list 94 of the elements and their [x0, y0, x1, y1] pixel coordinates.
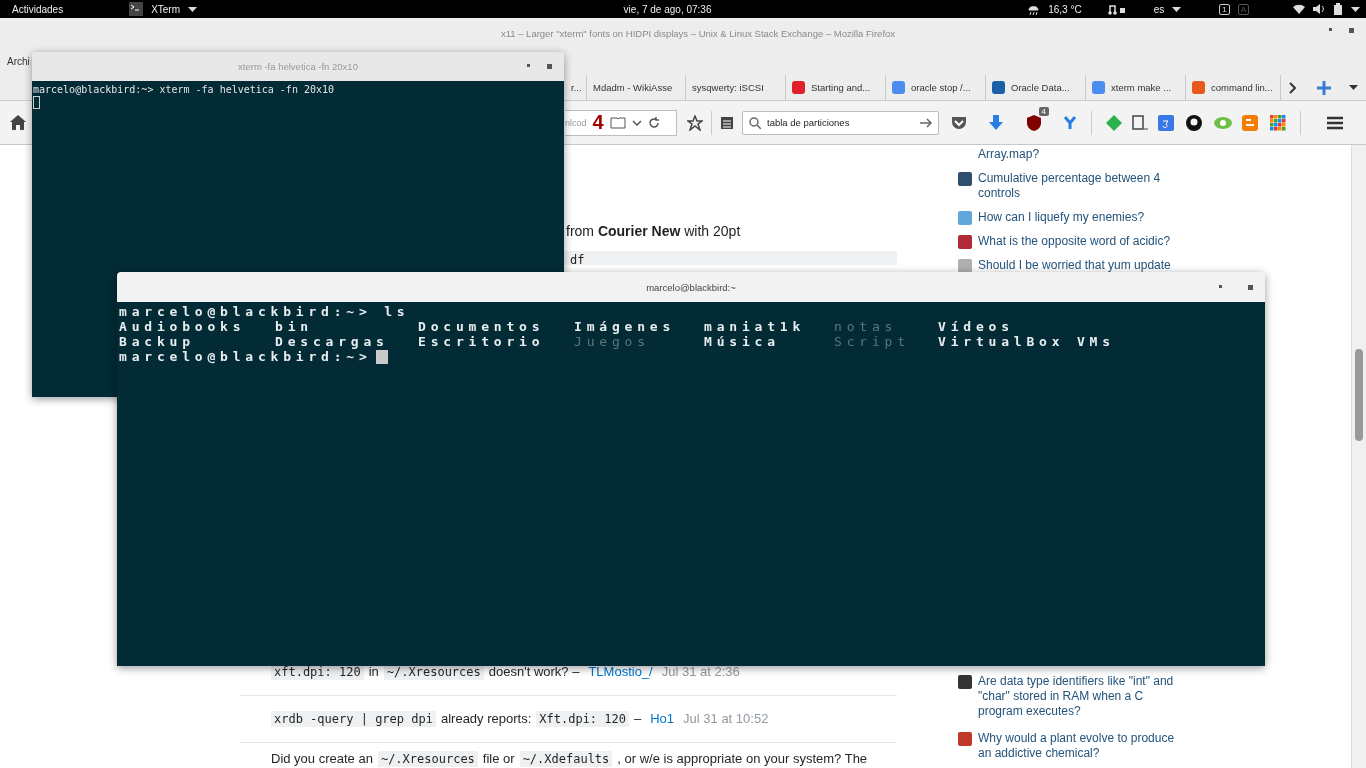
addon-count: 4 — [592, 111, 604, 134]
grid-icon[interactable] — [1270, 114, 1286, 131]
browser-tab[interactable]: command lin... — [1186, 75, 1281, 100]
file-name: maniat1k — [704, 319, 806, 334]
caret-icon — [1172, 6, 1182, 12]
calendar-icon[interactable] — [1158, 114, 1174, 131]
file-name: Documentos — [418, 319, 546, 334]
user-link[interactable]: Ho1 — [650, 711, 675, 726]
star-icon[interactable] — [687, 114, 703, 131]
file-name: Juegos — [574, 334, 651, 349]
arrow-right-icon[interactable] — [920, 117, 932, 128]
wifi-icon[interactable] — [1293, 4, 1305, 14]
question-link[interactable]: Should I be worried that yum update — [978, 258, 1183, 273]
comment-text: in — [368, 664, 379, 679]
file-name: Script — [834, 334, 911, 349]
search-icon — [749, 116, 761, 129]
question-link[interactable]: Are data type identifiers like "int" and "char" stored in RAM when a C program executes? — [978, 674, 1183, 719]
document-icon[interactable] — [1132, 114, 1148, 131]
inline-code: ~/.Xdefaults — [519, 751, 613, 767]
file-name: Música — [704, 334, 781, 349]
clipboard-icon[interactable] — [720, 115, 734, 130]
app-menu[interactable]: XTerm — [151, 3, 181, 15]
comment-time: Jul 31 at 2:36 — [661, 664, 740, 679]
feed-icon[interactable] — [1106, 114, 1122, 131]
file-name: bin — [275, 319, 314, 334]
caret-icon — [188, 6, 198, 12]
window-title: x11 – Larger "xterm" fonts on HIDPI displays – Unix & Linux Stack Exchange – Mozilla Firefox — [500, 27, 896, 39]
caret-icon[interactable] — [1349, 85, 1358, 90]
file-name: Descargas — [275, 334, 390, 349]
user-link[interactable]: TLMostio_/ — [588, 664, 653, 679]
browser-tab[interactable]: oracle stop /... — [886, 75, 986, 100]
file-name: Imágenes — [574, 319, 676, 334]
browser-tab[interactable]: Mdadm - WikiAsse — [587, 75, 686, 100]
indicator[interactable]: 1 — [1219, 3, 1230, 15]
battery-icon[interactable] — [1333, 3, 1343, 15]
window-title: marcelo@blackbird:~ — [646, 281, 736, 293]
pocket-icon[interactable] — [951, 115, 967, 130]
terminal-prompt: marcelo@blackbird:~> — [119, 349, 372, 364]
weather-icon — [1027, 3, 1041, 15]
file-name: Vídeos — [938, 319, 1015, 334]
music-note-icon[interactable] — [1107, 3, 1128, 15]
question-link[interactable]: Why would a plant evolve to produce an addictive chemical? — [978, 731, 1183, 761]
answer-text: from Courier New with 20pt — [566, 223, 742, 239]
plus-icon[interactable] — [1317, 80, 1331, 95]
shield-icon[interactable] — [1027, 114, 1041, 131]
window-title: xterm -fa helvetica -fn 20x10 — [238, 61, 358, 72]
comment-text: doesn't work? – — [488, 664, 580, 679]
terminal-icon — [129, 2, 144, 16]
scrollbar-thumb[interactable] — [1355, 349, 1363, 441]
browser-tab[interactable]: r... — [565, 75, 587, 100]
inline-code: ~/.Xresources — [377, 751, 478, 767]
file-name: Escritorio — [418, 334, 546, 349]
comment-text: already reports: — [440, 711, 532, 726]
browser-tab[interactable]: Starting and... — [786, 75, 886, 100]
browser-tab[interactable]: Oracle Data... — [986, 75, 1086, 100]
question-link[interactable]: Array.map? — [978, 147, 1183, 162]
inline-code: Xft.dpi: 120 — [536, 711, 629, 727]
file-name: Audiobooks — [119, 319, 247, 334]
caret-icon — [1351, 6, 1360, 12]
file-name: VirtualBox VMs — [938, 334, 1116, 349]
comment-time: Jul 31 at 10:52 — [683, 711, 769, 726]
question-link[interactable]: How can I liquefy my enemies? — [978, 210, 1183, 225]
search-field[interactable]: tabla de particiones — [742, 110, 939, 135]
comment-text: – — [634, 711, 642, 726]
home-icon[interactable] — [10, 115, 26, 130]
file-name: Backup — [119, 334, 196, 349]
reader-icon[interactable] — [609, 116, 626, 129]
fork-icon[interactable] — [1063, 115, 1077, 130]
question-link[interactable]: Cumulative percentage between 4 controls — [978, 171, 1183, 201]
blog-icon[interactable] — [1242, 114, 1258, 131]
menu-item[interactable]: Archi — [7, 56, 30, 67]
clock[interactable]: vie, 7 de ago, 07:36 — [623, 3, 712, 15]
scrollbar[interactable] — [1351, 145, 1366, 768]
url-field[interactable]: nlcod 4 — [565, 109, 677, 136]
browser-tab[interactable]: xterm make ... — [1086, 75, 1186, 100]
comment-text: Did you create an — [271, 751, 373, 766]
terminal-line: marcelo@blackbird:~> xterm -fa helvetica -fn 20x10 — [33, 84, 336, 96]
activities-button[interactable]: Actividades — [12, 3, 64, 15]
download-icon[interactable] — [989, 114, 1003, 131]
comment-text: file or — [482, 751, 515, 766]
browser-tab[interactable]: sysqwerty: iSCSI — [686, 75, 786, 100]
terminal-line: marcelo@blackbird:~> ls — [119, 304, 410, 319]
chevron-down-icon[interactable] — [631, 119, 642, 126]
temperature[interactable]: 16,3 °C — [1048, 3, 1082, 15]
volume-icon[interactable] — [1313, 4, 1325, 14]
notification-badge: 4 — [1038, 106, 1049, 116]
comment-text: , or w/e is appropriate on your system? The — [617, 751, 868, 766]
question-link[interactable]: What is the opposite word of acidic? — [978, 234, 1183, 249]
menu-icon[interactable] — [1327, 115, 1343, 130]
inline-code: xrdb -query | grep dpi — [271, 711, 436, 727]
chevron-right-icon[interactable] — [1289, 81, 1297, 94]
file-name: notas — [834, 319, 899, 334]
reload-icon[interactable] — [647, 116, 660, 129]
keyboard-layout[interactable]: es — [1153, 3, 1165, 15]
